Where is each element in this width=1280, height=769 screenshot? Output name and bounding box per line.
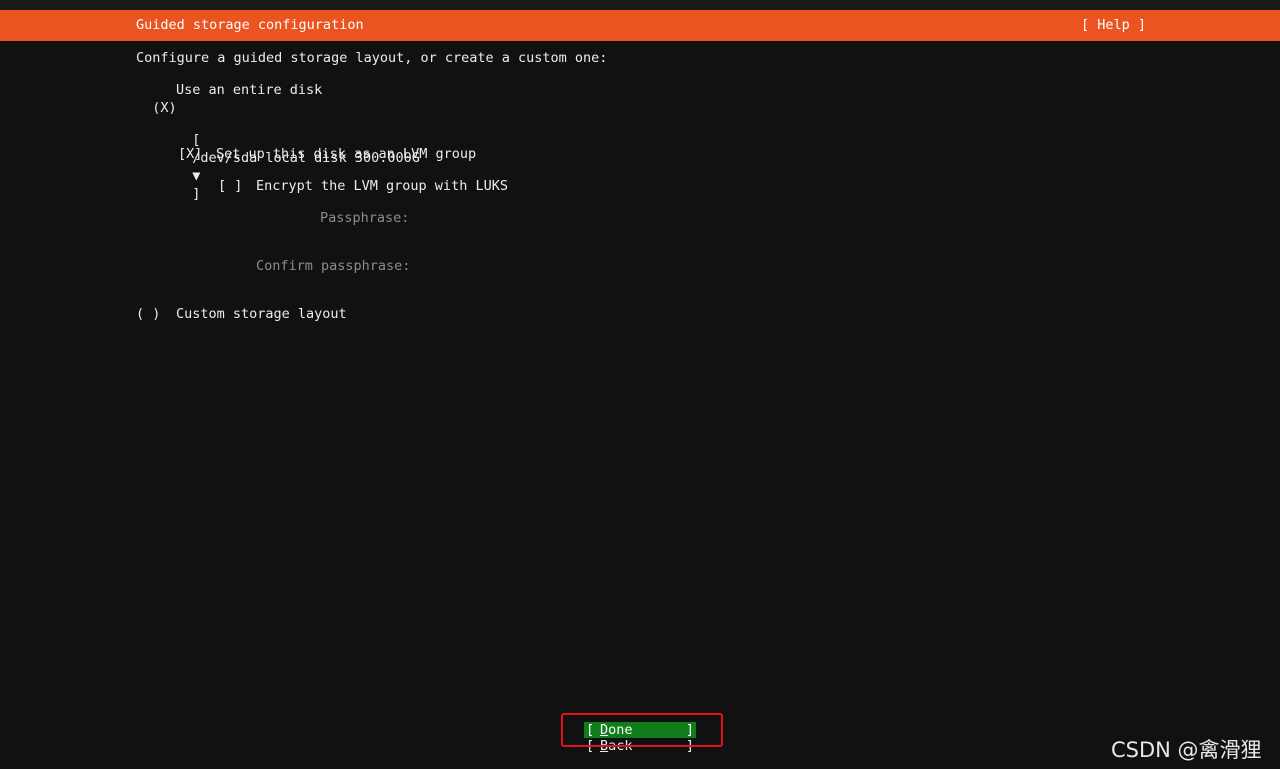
highlight-box — [561, 713, 723, 747]
entire-disk-radio[interactable]: (X) — [152, 100, 176, 116]
watermark: CSDN @禽滑狸 — [1111, 738, 1262, 762]
lvm-label[interactable]: Set up this disk as an LVM group — [216, 145, 476, 163]
help-button[interactable]: [ Help ] — [1081, 17, 1146, 33]
top-border — [0, 0, 1280, 10]
entire-disk-option[interactable]: (X) — [136, 81, 176, 117]
custom-layout-label[interactable]: Custom storage layout — [176, 305, 347, 323]
header-bar: Guided storage configuration [ Help ] — [0, 10, 1280, 41]
chevron-down-icon[interactable]: ▼ — [192, 168, 200, 184]
luks-checkbox[interactable]: [ ] — [218, 177, 242, 195]
passphrase-field[interactable] — [416, 209, 816, 227]
passphrase-label: Passphrase: — [320, 210, 410, 226]
confirm-passphrase-label: Confirm passphrase: — [256, 258, 411, 274]
lvm-checkbox[interactable]: [X] — [178, 145, 202, 163]
disk-select-close-bracket: ] — [192, 186, 201, 202]
intro-text: Configure a guided storage layout, or cr… — [136, 50, 608, 66]
custom-layout-radio[interactable]: ( ) — [136, 305, 160, 323]
luks-label[interactable]: Encrypt the LVM group with LUKS — [256, 177, 508, 195]
entire-disk-label[interactable]: Use an entire disk — [176, 81, 322, 99]
page-title: Guided storage configuration — [136, 17, 364, 33]
confirm-passphrase-field[interactable] — [416, 257, 816, 275]
